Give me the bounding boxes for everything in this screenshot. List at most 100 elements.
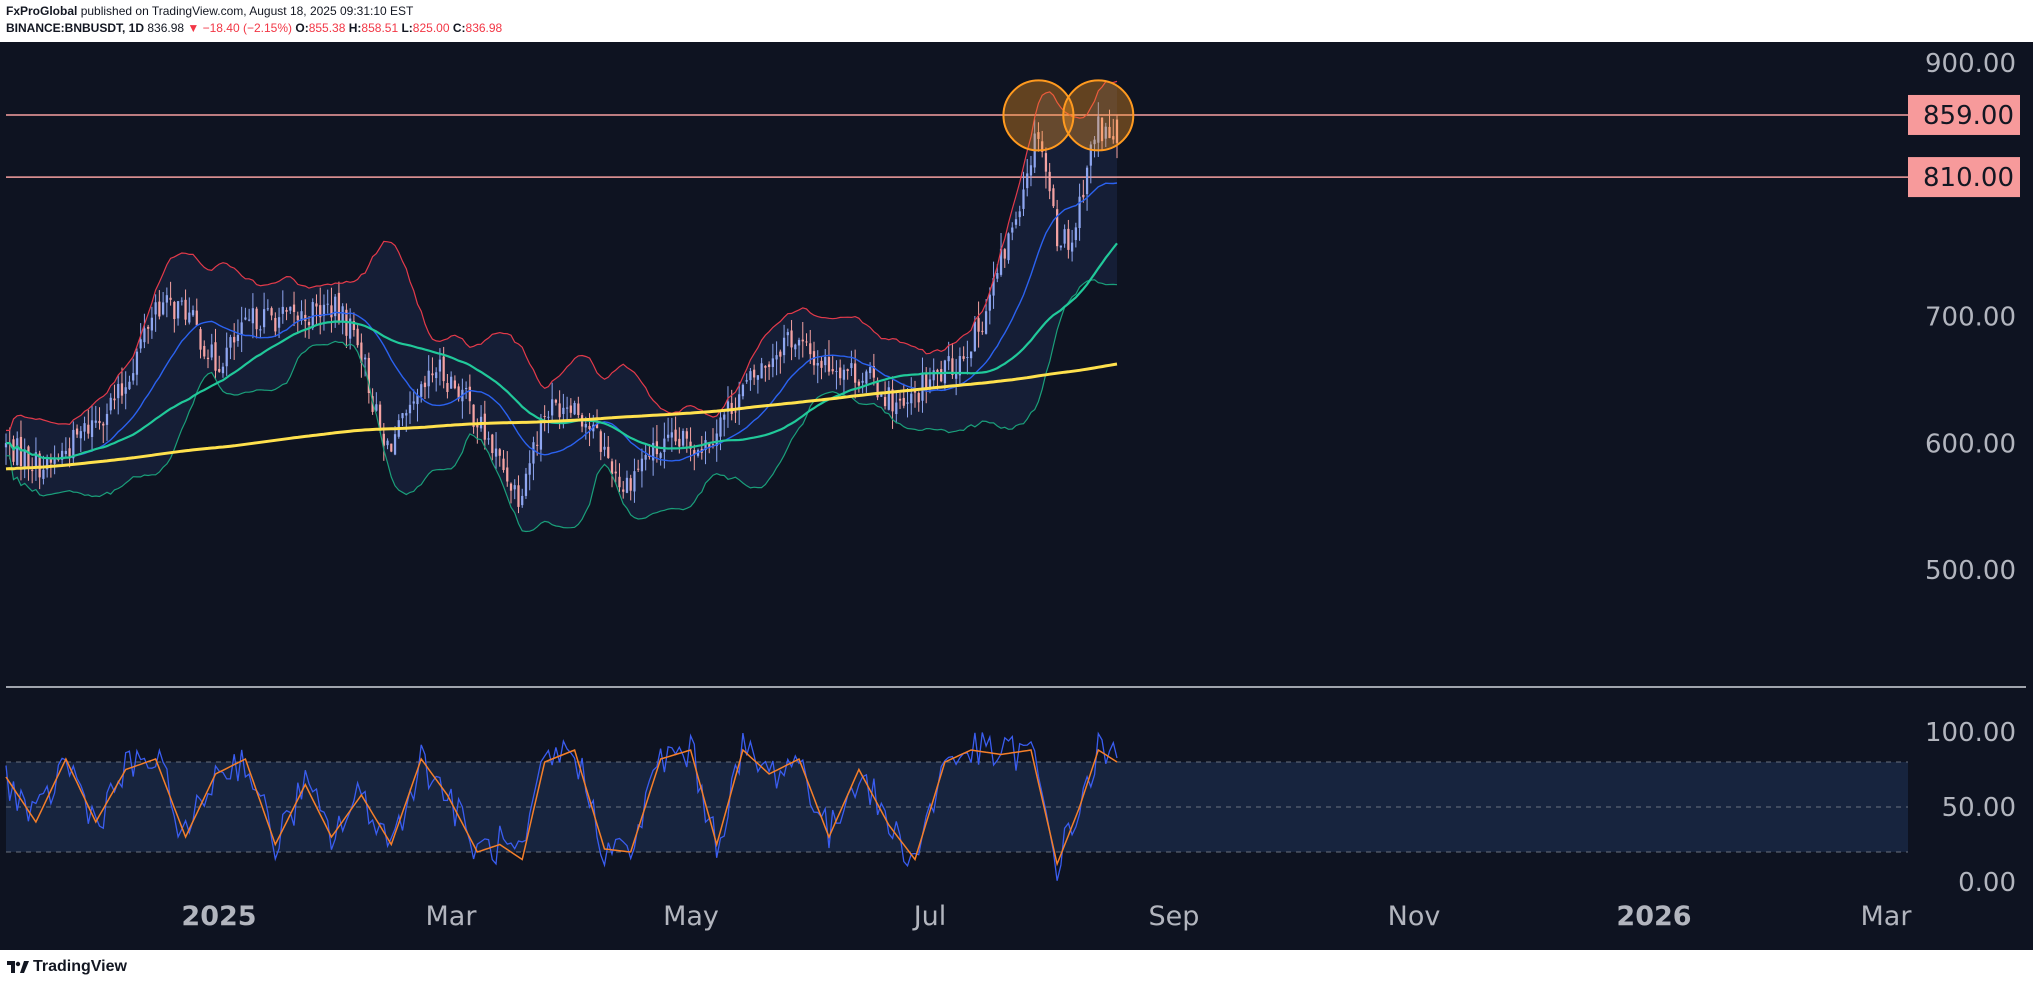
candle-body bbox=[435, 372, 438, 379]
candle-body bbox=[154, 302, 157, 315]
level-badge-label: 859.00 bbox=[1923, 101, 2014, 131]
time-tick-label: Jul bbox=[912, 901, 947, 932]
candle-body bbox=[797, 339, 801, 346]
candle-body bbox=[569, 405, 572, 413]
candle-body bbox=[1067, 228, 1070, 250]
price-tick-label: 500.00 bbox=[1925, 556, 2016, 586]
candle-body bbox=[827, 357, 831, 372]
candle-body bbox=[551, 399, 554, 416]
candle-body bbox=[337, 292, 341, 322]
candle-body bbox=[248, 319, 251, 321]
candle-body bbox=[296, 315, 299, 321]
candle-body bbox=[31, 470, 34, 472]
candle-body bbox=[405, 413, 408, 416]
candle-body bbox=[464, 387, 468, 389]
candle-body bbox=[83, 423, 86, 432]
candle-body bbox=[42, 469, 45, 479]
price-tick-label: 700.00 bbox=[1925, 303, 2016, 333]
candle-body bbox=[173, 301, 176, 320]
candle-body bbox=[910, 393, 913, 404]
candle-body bbox=[233, 336, 236, 343]
candle-body bbox=[494, 448, 498, 457]
candle-body bbox=[565, 407, 569, 409]
candle-body bbox=[326, 303, 329, 305]
candle-body bbox=[809, 343, 812, 355]
candle-body bbox=[760, 363, 763, 379]
candle-body bbox=[723, 414, 726, 420]
time-tick-label: Mar bbox=[426, 901, 478, 932]
candle-body bbox=[805, 341, 808, 343]
candle-body bbox=[270, 308, 273, 316]
candle-body bbox=[266, 308, 269, 310]
candle-body bbox=[23, 449, 26, 470]
candle-body bbox=[898, 398, 902, 401]
candle-body bbox=[786, 332, 789, 336]
candle-body bbox=[756, 375, 760, 380]
chart-canvas[interactable]: 900.00 700.00 600.00 500.00 859.00 810.00 100… bbox=[0, 0, 2033, 985]
candle-body bbox=[573, 402, 576, 415]
candle-body bbox=[854, 363, 857, 383]
candle-body bbox=[16, 438, 19, 466]
candle-body bbox=[109, 397, 112, 411]
candle-body bbox=[940, 369, 943, 382]
candle-body bbox=[857, 381, 861, 386]
candle-body bbox=[184, 299, 187, 320]
candle-body bbox=[558, 403, 561, 418]
candle-body bbox=[536, 444, 539, 446]
stochastic-tick-label: 100.00 bbox=[1925, 718, 2016, 748]
candle-body bbox=[240, 322, 243, 336]
candle-body bbox=[423, 382, 427, 388]
candle-body bbox=[614, 471, 617, 474]
time-tick-label: Mar bbox=[1861, 901, 1913, 932]
candle-body bbox=[685, 431, 688, 439]
tradingview-logo-icon bbox=[7, 961, 29, 973]
candle-body bbox=[143, 328, 146, 343]
candle-body bbox=[932, 370, 935, 381]
candle-body bbox=[401, 413, 404, 419]
candle-body bbox=[139, 339, 142, 349]
candle-body bbox=[887, 387, 890, 410]
candle-body bbox=[176, 301, 180, 319]
candle-body bbox=[150, 317, 154, 331]
tradingview-logo[interactable]: TradingView bbox=[7, 958, 127, 976]
candle-body bbox=[427, 370, 430, 387]
candle-body bbox=[1026, 173, 1029, 189]
candle-body bbox=[453, 380, 457, 389]
candle-body bbox=[779, 351, 782, 357]
candle-body bbox=[711, 444, 715, 446]
candle-body bbox=[562, 407, 565, 415]
candle-body bbox=[412, 401, 415, 404]
candle-body bbox=[1059, 245, 1063, 248]
candle-body bbox=[487, 438, 490, 440]
candle-body bbox=[75, 428, 79, 435]
candle-body bbox=[285, 310, 288, 312]
candle-body bbox=[1048, 171, 1051, 192]
candle-body bbox=[218, 369, 221, 372]
candle-body bbox=[214, 342, 217, 371]
candle-body bbox=[311, 302, 314, 329]
candle-body bbox=[431, 373, 434, 376]
candle-body bbox=[868, 367, 872, 374]
candle-body bbox=[502, 458, 505, 471]
candle-body bbox=[741, 384, 745, 397]
candle-body bbox=[98, 420, 101, 424]
candle-body bbox=[681, 430, 685, 446]
candle-body bbox=[917, 393, 920, 403]
candle-body bbox=[969, 351, 973, 359]
candle-body bbox=[64, 450, 67, 455]
candle-body bbox=[524, 473, 528, 496]
candle-body bbox=[390, 443, 393, 452]
candle-body bbox=[517, 485, 520, 507]
candle-body bbox=[816, 362, 819, 366]
time-tick-label: May bbox=[663, 901, 719, 932]
candle-body bbox=[962, 356, 965, 359]
candle-body bbox=[315, 303, 318, 307]
candle-body bbox=[483, 413, 486, 440]
candle-body bbox=[1074, 227, 1077, 241]
time-tick-label: 2026 bbox=[1616, 901, 1691, 932]
candle-body bbox=[921, 373, 924, 401]
time-tick-label: Sep bbox=[1149, 901, 1200, 932]
candle-body bbox=[1018, 211, 1021, 218]
candle-body bbox=[973, 321, 976, 352]
candle-body bbox=[363, 357, 367, 360]
